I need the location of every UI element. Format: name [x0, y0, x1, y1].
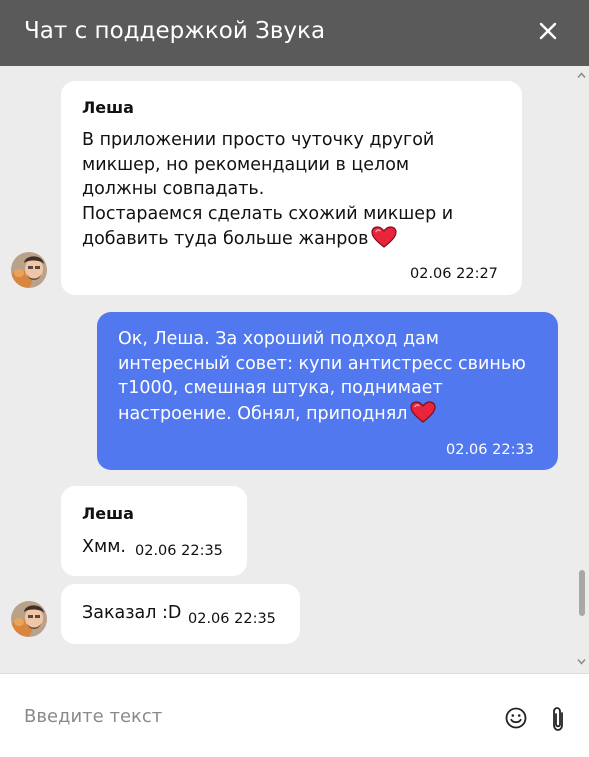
message-text-line-part: добавить туда больше жанров [82, 229, 369, 249]
message-text-line: В приложении просто чуточку другой [82, 130, 435, 150]
message-input[interactable] [24, 700, 484, 732]
message-text-line: микшер, но рекомендации в целом [82, 155, 410, 175]
message-author: Леша [82, 504, 134, 523]
emoji-button[interactable] [504, 706, 528, 730]
scrollbar-thumb[interactable] [579, 570, 585, 616]
message-text-line: интересный совет: купи антистресс свинью [118, 354, 526, 374]
message-bubble-support: Леша В приложении просто чуточку другой … [61, 81, 522, 295]
message-text-line: Постараемся сделать схожий микшер и [82, 202, 453, 227]
message-timestamp: 02.06 22:27 [410, 266, 498, 282]
message-text-line: Ок, Леша. За хороший подход дам [118, 329, 439, 349]
attach-button[interactable] [548, 706, 568, 732]
scroll-down-arrow-icon[interactable] [577, 657, 586, 666]
message-bubble-support: Заказал :D 02.06 22:35 [61, 584, 300, 644]
message-text-line: должны совпадать. [82, 179, 265, 199]
message-timestamp: 02.06 22:35 [188, 611, 276, 627]
message-text-line: т1000, смешная штука, поднимает [118, 378, 443, 398]
close-icon [539, 22, 557, 40]
paperclip-icon [553, 707, 563, 731]
message-input-bar [0, 673, 589, 757]
message-timestamp: 02.06 22:35 [135, 543, 223, 559]
scroll-up-arrow-icon[interactable] [577, 71, 586, 80]
heart-emoji-icon [410, 401, 437, 423]
avatar [11, 252, 47, 288]
avatar [11, 601, 47, 637]
message-text-line-part: настроение. Обнял, приподнял [118, 404, 408, 424]
message-text: Заказал :D [82, 603, 182, 623]
chat-header: Чат с поддержкой Звука [0, 0, 589, 66]
avatar-photo [11, 252, 47, 288]
message-bubble-support: Леша Хмм. 02.06 22:35 [61, 486, 247, 576]
scrollbar[interactable] [574, 66, 589, 673]
message-text-line-with-emoji: добавить туда больше жанров [82, 226, 398, 252]
heart-emoji-icon [371, 226, 398, 248]
chat-title: Чат с поддержкой Звука [24, 18, 326, 44]
message-timestamp: 02.06 22:33 [446, 442, 534, 458]
close-button[interactable] [533, 16, 563, 46]
message-list[interactable]: Леша В приложении просто чуточку другой … [0, 66, 589, 673]
message-author: Леша [82, 98, 134, 117]
message-text-line-with-emoji: настроение. Обнял, приподнял [118, 401, 437, 427]
message-text: Хмм. [82, 537, 126, 557]
smiley-icon [505, 707, 527, 729]
message-bubble-own: Ок, Леша. За хороший подход дам интересн… [97, 312, 558, 470]
avatar-photo [11, 601, 47, 637]
message-text-line-part: Постараемся сделать схожий микшер и [82, 204, 454, 224]
